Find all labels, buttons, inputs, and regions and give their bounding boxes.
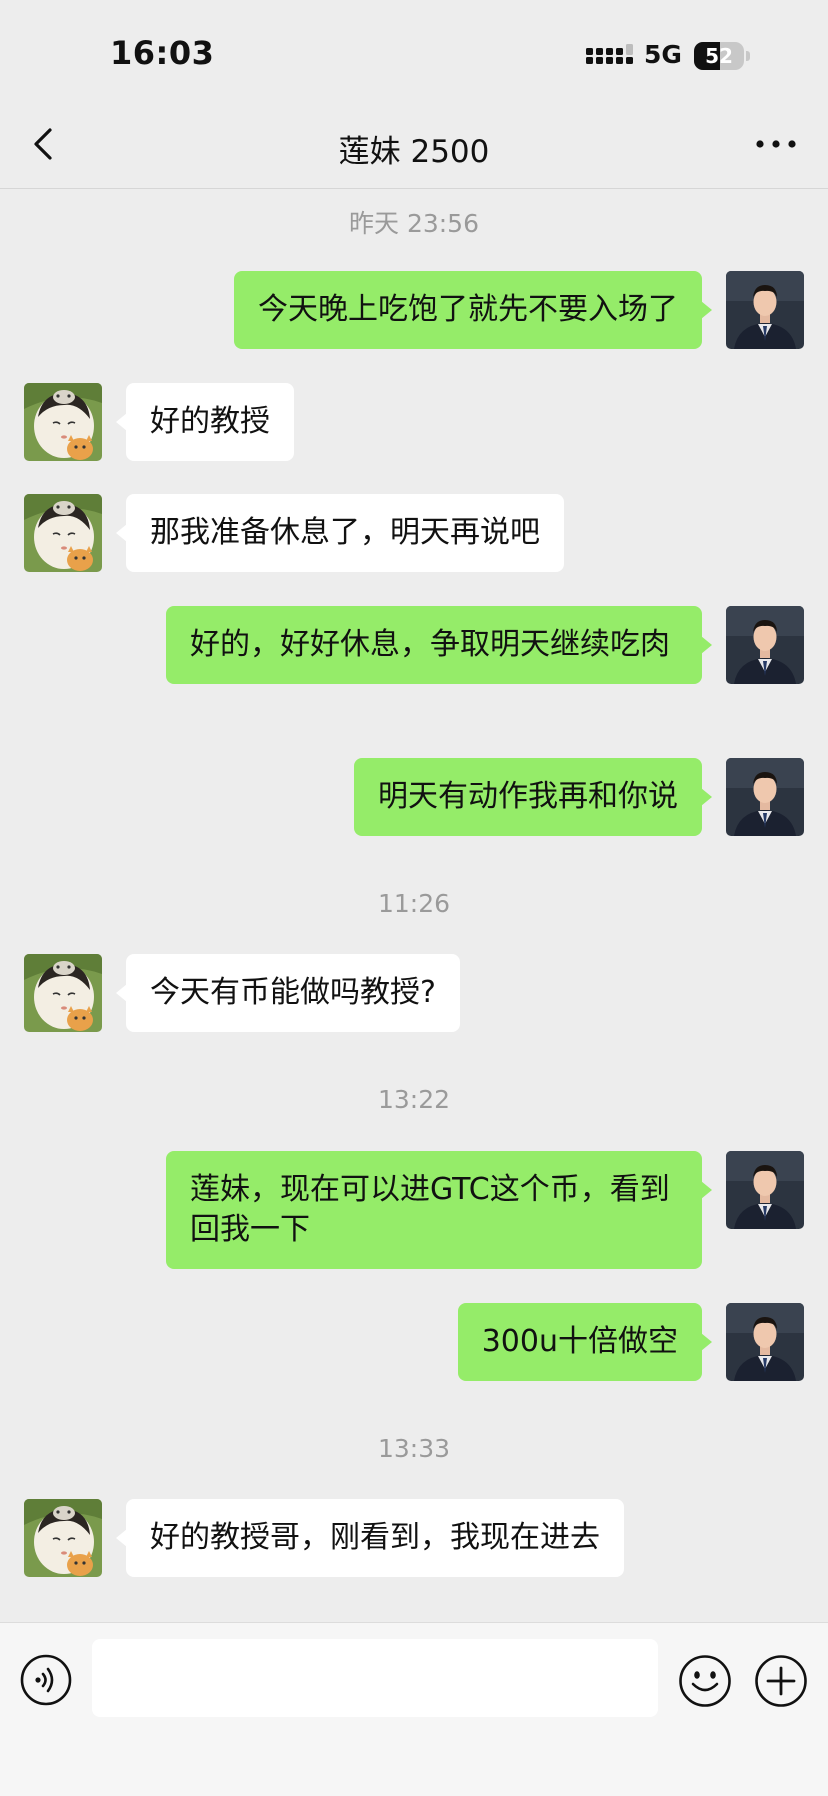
received-message[interactable]: 那我准备休息了，明天再说吧	[116, 494, 564, 572]
avatar-self[interactable]	[726, 1303, 804, 1381]
person-portrait-icon	[726, 271, 804, 349]
timestamp: 昨天 23:56	[349, 209, 479, 238]
received-message[interactable]: 今天有币能做吗教授?	[116, 954, 460, 1032]
plus-icon[interactable]	[754, 1654, 808, 1708]
illustration-avatar-icon	[24, 954, 102, 1032]
received-message[interactable]: 好的教授	[116, 383, 294, 461]
person-portrait-icon	[726, 606, 804, 684]
timestamp: 13:33	[377, 1434, 451, 1463]
received-message[interactable]: 好的教授哥，刚看到，我现在进去	[116, 1499, 624, 1577]
avatar-contact[interactable]	[24, 494, 102, 572]
avatar-contact[interactable]	[24, 954, 102, 1032]
sent-message[interactable]: 好的，好好休息，争取明天继续吃肉	[166, 606, 712, 684]
timestamp: 13:22	[377, 1085, 451, 1114]
timestamp: 11:26	[377, 889, 451, 918]
illustration-avatar-icon	[24, 494, 102, 572]
sent-message[interactable]: 300u十倍做空	[457, 1303, 713, 1381]
network-type: 5G	[644, 40, 682, 69]
voice-icon[interactable]	[20, 1654, 72, 1706]
person-portrait-icon	[726, 758, 804, 836]
message-input[interactable]	[92, 1639, 658, 1717]
illustration-avatar-icon	[24, 383, 102, 461]
avatar-self[interactable]	[726, 758, 804, 836]
person-portrait-icon	[726, 1303, 804, 1381]
status-bar: 16:03 5G 52	[0, 0, 828, 100]
more-icon[interactable]	[752, 126, 800, 162]
avatar-contact[interactable]	[24, 1499, 102, 1577]
sent-message[interactable]: 今天晚上吃饱了就先不要入场了	[234, 271, 712, 349]
illustration-avatar-icon	[24, 1499, 102, 1577]
avatar-self[interactable]	[726, 1151, 804, 1229]
sent-message[interactable]: 明天有动作我再和你说	[354, 758, 712, 836]
battery-level: 52	[705, 44, 733, 68]
chat-title: 莲妹 2500	[338, 134, 490, 170]
status-time: 16:03	[110, 34, 215, 72]
input-bar	[0, 1622, 828, 1796]
signal-icon	[586, 44, 633, 64]
avatar-self[interactable]	[726, 271, 804, 349]
emoji-icon[interactable]	[678, 1654, 732, 1708]
battery-icon: 52	[694, 42, 750, 70]
avatar-contact[interactable]	[24, 383, 102, 461]
avatar-self[interactable]	[726, 606, 804, 684]
chat-header: 莲妹 2500	[0, 100, 828, 189]
sent-message[interactable]: 莲妹，现在可以进GTC这个币，看到回我一下	[166, 1151, 712, 1269]
person-portrait-icon	[726, 1151, 804, 1229]
